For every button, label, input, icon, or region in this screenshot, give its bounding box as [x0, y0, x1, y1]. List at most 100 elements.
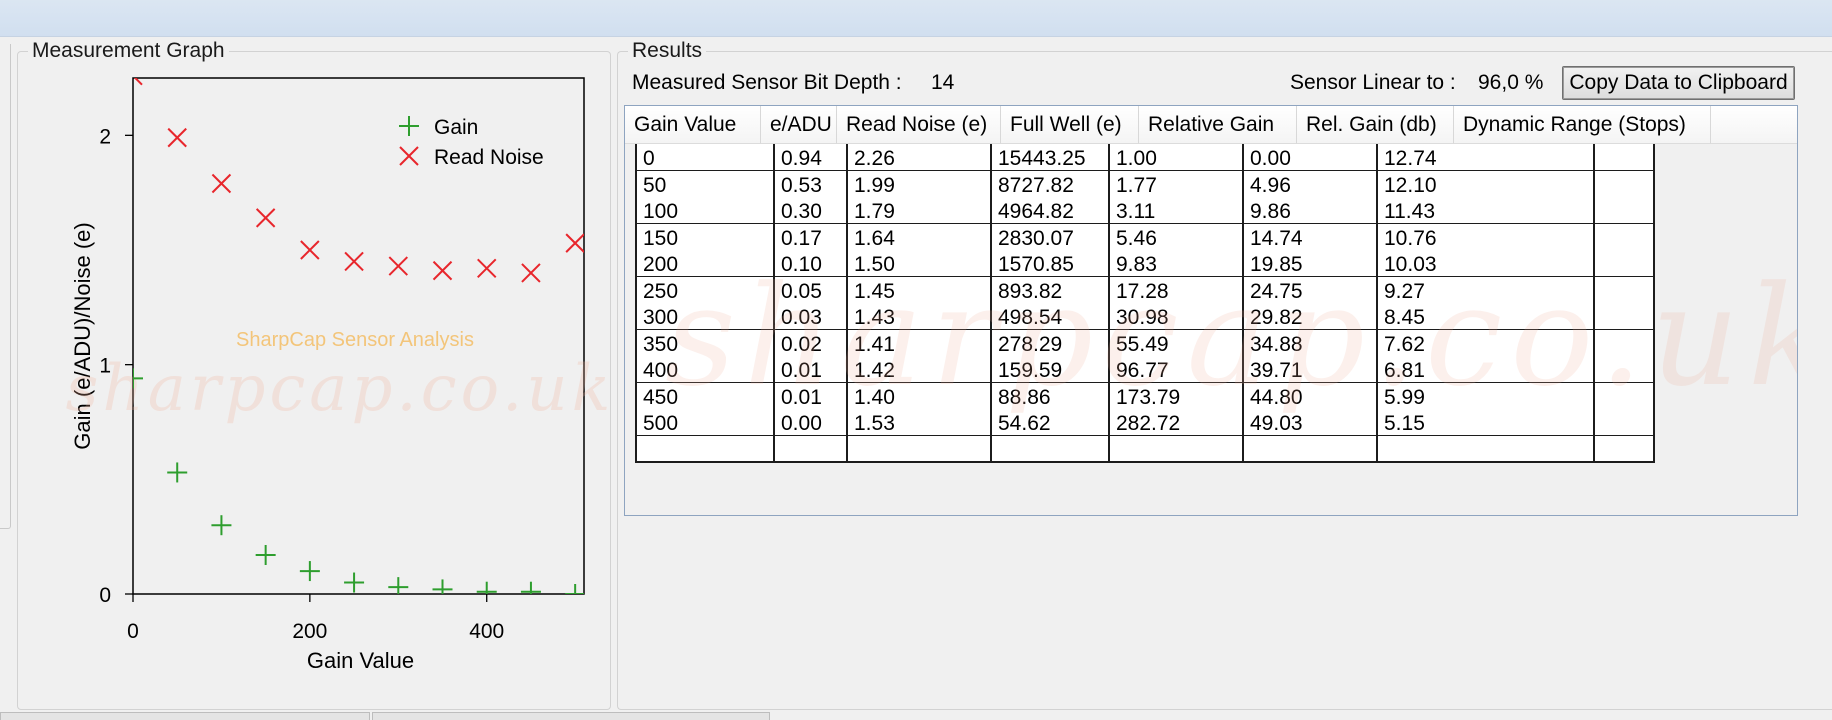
table-cell[interactable]: 96.77	[1110, 356, 1244, 384]
table-cell[interactable]: 0.94	[775, 144, 848, 172]
table-cell-filler[interactable]	[1595, 170, 1655, 199]
table-cell[interactable]	[1110, 435, 1244, 463]
table-cell[interactable]: 250	[635, 276, 775, 305]
table-cell[interactable]: 17.28	[1110, 276, 1244, 305]
table-cell-filler[interactable]	[1595, 303, 1655, 331]
table-cell[interactable]: 282.72	[1110, 409, 1244, 437]
table-cell-filler[interactable]	[1595, 356, 1655, 384]
copy-data-to-clipboard-button[interactable]: Copy Data to Clipboard	[1562, 66, 1795, 100]
column-header[interactable]: Read Noise (e)	[837, 106, 1001, 144]
column-header[interactable]: e/ADU	[761, 106, 837, 144]
table-cell-filler[interactable]	[1595, 197, 1655, 225]
table-cell[interactable]	[775, 435, 848, 463]
table-cell[interactable]: 0.30	[775, 197, 848, 225]
table-cell[interactable]: 1.41	[848, 329, 992, 358]
table-cell[interactable]: 2.26	[848, 144, 992, 172]
column-header[interactable]: Full Well (e)	[1001, 106, 1139, 144]
table-cell[interactable]: 1.79	[848, 197, 992, 225]
column-header[interactable]: Gain Value	[625, 106, 761, 144]
table-cell[interactable]: 1.43	[848, 303, 992, 331]
table-cell[interactable]	[635, 435, 775, 463]
table-cell[interactable]: 4.96	[1244, 170, 1378, 199]
table-cell[interactable]: 1.77	[1110, 170, 1244, 199]
table-cell[interactable]: 0.01	[775, 356, 848, 384]
table-cell[interactable]: 11.43	[1378, 197, 1595, 225]
table-cell[interactable]: 1.45	[848, 276, 992, 305]
table-cell[interactable]: 9.86	[1244, 197, 1378, 225]
table-cell[interactable]: 893.82	[992, 276, 1110, 305]
table-cell[interactable]: 34.88	[1244, 329, 1378, 358]
table-cell[interactable]: 1.40	[848, 382, 992, 411]
table-cell[interactable]: 5.15	[1378, 409, 1595, 437]
table-cell-filler[interactable]	[1595, 329, 1655, 358]
table-cell[interactable]: 5.99	[1378, 382, 1595, 411]
table-cell[interactable]: 1.53	[848, 409, 992, 437]
table-cell-filler[interactable]	[1595, 382, 1655, 411]
table-cell[interactable]: 8.45	[1378, 303, 1595, 331]
column-header[interactable]: Rel. Gain (db)	[1297, 106, 1454, 144]
table-cell[interactable]: 3.11	[1110, 197, 1244, 225]
table-cell[interactable]: 159.59	[992, 356, 1110, 384]
table-cell[interactable]: 19.85	[1244, 250, 1378, 278]
table-cell[interactable]: 54.62	[992, 409, 1110, 437]
bottom-tab-1[interactable]	[0, 712, 370, 720]
table-cell[interactable]: 0.03	[775, 303, 848, 331]
table-cell[interactable]: 10.03	[1378, 250, 1595, 278]
table-cell[interactable]	[992, 435, 1110, 463]
table-cell[interactable]: 12.10	[1378, 170, 1595, 199]
table-cell[interactable]: 5.46	[1110, 223, 1244, 252]
table-cell[interactable]: 9.83	[1110, 250, 1244, 278]
table-cell[interactable]: 49.03	[1244, 409, 1378, 437]
column-header[interactable]: Dynamic Range (Stops)	[1454, 106, 1711, 144]
table-cell[interactable]: 278.29	[992, 329, 1110, 358]
table-cell[interactable]: 173.79	[1110, 382, 1244, 411]
table-cell[interactable]: 400	[635, 356, 775, 384]
table-cell[interactable]: 44.80	[1244, 382, 1378, 411]
table-cell-filler[interactable]	[1595, 144, 1655, 172]
table-cell[interactable]: 498.54	[992, 303, 1110, 331]
table-cell[interactable]: 450	[635, 382, 775, 411]
table-cell-filler[interactable]	[1595, 223, 1655, 252]
table-cell[interactable]: 29.82	[1244, 303, 1378, 331]
table-cell[interactable]: 10.76	[1378, 223, 1595, 252]
table-cell[interactable]: 100	[635, 197, 775, 225]
table-cell[interactable]: 12.74	[1378, 144, 1595, 172]
table-cell[interactable]: 8727.82	[992, 170, 1110, 199]
table-cell[interactable]: 6.81	[1378, 356, 1595, 384]
table-cell[interactable]: 200	[635, 250, 775, 278]
table-cell[interactable]: 4964.82	[992, 197, 1110, 225]
table-cell[interactable]: 1.50	[848, 250, 992, 278]
table-cell[interactable]: 0.05	[775, 276, 848, 305]
table-cell[interactable]: 0	[635, 144, 775, 172]
table-cell[interactable]: 0.17	[775, 223, 848, 252]
table-cell[interactable]: 50	[635, 170, 775, 199]
table-cell[interactable]: 0.02	[775, 329, 848, 358]
table-cell[interactable]: 1.64	[848, 223, 992, 252]
table-cell[interactable]: 300	[635, 303, 775, 331]
table-cell[interactable]: 1.42	[848, 356, 992, 384]
table-cell[interactable]: 1.00	[1110, 144, 1244, 172]
table-cell[interactable]: 55.49	[1110, 329, 1244, 358]
table-cell-filler[interactable]	[1595, 276, 1655, 305]
table-cell[interactable]	[1378, 435, 1595, 463]
table-cell[interactable]: 14.74	[1244, 223, 1378, 252]
table-cell[interactable]	[848, 435, 992, 463]
table-cell[interactable]: 0.00	[1244, 144, 1378, 172]
table-cell[interactable]: 88.86	[992, 382, 1110, 411]
results-table[interactable]: Gain Value e/ADU Read Noise (e) Full Well (…	[624, 105, 1798, 516]
table-cell[interactable]: 1.99	[848, 170, 992, 199]
table-cell-filler[interactable]	[1595, 435, 1655, 463]
table-cell[interactable]: 0.10	[775, 250, 848, 278]
table-cell-filler[interactable]	[1595, 250, 1655, 278]
table-cell[interactable]: 1570.85	[992, 250, 1110, 278]
table-cell-filler[interactable]	[1595, 409, 1655, 437]
table-cell[interactable]: 30.98	[1110, 303, 1244, 331]
table-cell[interactable]: 15443.25	[992, 144, 1110, 172]
table-cell[interactable]: 500	[635, 409, 775, 437]
table-cell[interactable]: 350	[635, 329, 775, 358]
table-cell[interactable]: 9.27	[1378, 276, 1595, 305]
table-cell[interactable]: 39.71	[1244, 356, 1378, 384]
table-cell[interactable]: 0.00	[775, 409, 848, 437]
table-cell[interactable]: 2830.07	[992, 223, 1110, 252]
table-cell[interactable]: 150	[635, 223, 775, 252]
